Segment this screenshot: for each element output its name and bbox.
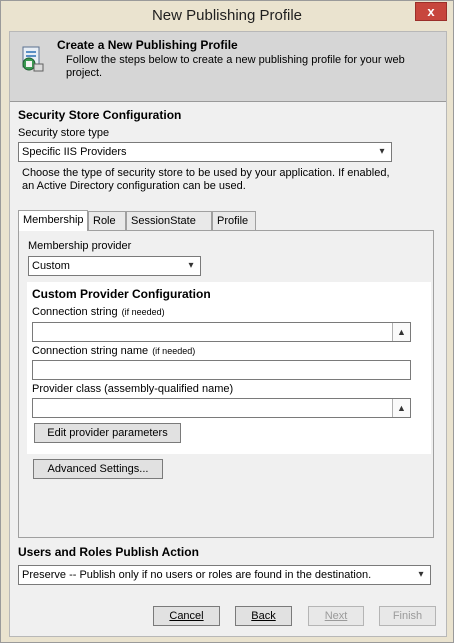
- expand-up-icon[interactable]: ▲: [392, 323, 410, 341]
- dialog-window: New Publishing Profile x Create a New Pu…: [0, 0, 454, 643]
- back-button[interactable]: Back: [235, 606, 292, 626]
- connection-string-name-note: (if needed): [152, 346, 196, 356]
- membership-provider-label: Membership provider: [28, 240, 132, 252]
- tab-sessionstate[interactable]: SessionState: [126, 211, 212, 231]
- window-title: New Publishing Profile: [151, 7, 303, 24]
- custom-provider-panel: Custom Provider Configuration Connection…: [27, 282, 431, 454]
- cancel-button[interactable]: Cancel: [153, 606, 220, 626]
- tab-label: Profile: [217, 215, 249, 227]
- security-store-type-label: Security store type: [18, 127, 110, 139]
- finish-button[interactable]: Finish: [379, 606, 436, 626]
- tab-role[interactable]: Role: [88, 211, 126, 231]
- chevron-down-icon: ▾: [188, 260, 194, 271]
- back-button-label: Back: [251, 610, 276, 622]
- membership-tab-page: Membership provider Custom ▾ Custom Prov…: [18, 230, 434, 538]
- connection-string-label-text: Connection string: [32, 306, 118, 318]
- publish-action-select[interactable]: Preserve -- Publish only if no users or …: [18, 565, 431, 585]
- membership-provider-value: Custom: [32, 260, 70, 272]
- chevron-down-icon: ▾: [379, 146, 385, 157]
- connection-string-field[interactable]: ▲: [32, 322, 411, 342]
- title-bar: New Publishing Profile x: [1, 1, 453, 31]
- publish-action-section-title: Users and Roles Publish Action: [18, 545, 199, 559]
- tab-profile[interactable]: Profile: [212, 211, 256, 231]
- close-icon: x: [427, 4, 435, 19]
- header-title: Create a New Publishing Profile: [57, 38, 238, 52]
- security-store-type-value: Specific IIS Providers: [22, 146, 127, 158]
- tab-label: Role: [93, 215, 116, 227]
- wizard-header: Create a New Publishing Profile Follow t…: [10, 32, 446, 102]
- provider-class-label: Provider class (assembly-qualified name): [32, 383, 234, 395]
- tab-membership[interactable]: Membership: [18, 210, 88, 231]
- connection-string-note: (if needed): [121, 307, 165, 317]
- connection-string-name-label-text: Connection string name: [32, 345, 149, 357]
- publish-action-value: Preserve -- Publish only if no users or …: [22, 569, 372, 581]
- security-store-type-select[interactable]: Specific IIS Providers ▾: [18, 142, 392, 162]
- dialog-client: Create a New Publishing Profile Follow t…: [9, 31, 447, 637]
- next-button-label: Next: [324, 610, 348, 622]
- close-button[interactable]: x: [415, 2, 447, 21]
- next-button[interactable]: Next: [308, 606, 364, 626]
- connection-string-label: Connection string (if needed): [32, 306, 165, 318]
- connection-string-name-label: Connection string name (if needed): [32, 345, 195, 357]
- membership-provider-select[interactable]: Custom ▾: [28, 256, 201, 276]
- chevron-down-icon: ▾: [418, 569, 424, 580]
- tab-label: Membership: [23, 214, 84, 226]
- connection-string-name-field[interactable]: [32, 360, 411, 380]
- advanced-settings-button[interactable]: Advanced Settings...: [33, 459, 163, 479]
- edit-provider-parameters-button[interactable]: Edit provider parameters: [34, 423, 181, 443]
- provider-class-field[interactable]: ▲: [32, 398, 411, 418]
- cancel-button-label: Cancel: [169, 610, 204, 622]
- header-description: Follow the steps below to create a new p…: [66, 54, 405, 79]
- publish-profile-icon: [22, 46, 44, 72]
- security-store-section-title: Security Store Configuration: [18, 108, 182, 122]
- custom-provider-title: Custom Provider Configuration: [32, 287, 211, 301]
- tab-label: SessionState: [131, 215, 196, 227]
- expand-up-icon[interactable]: ▲: [392, 399, 410, 417]
- security-store-description: Choose the type of security store to be …: [22, 167, 390, 192]
